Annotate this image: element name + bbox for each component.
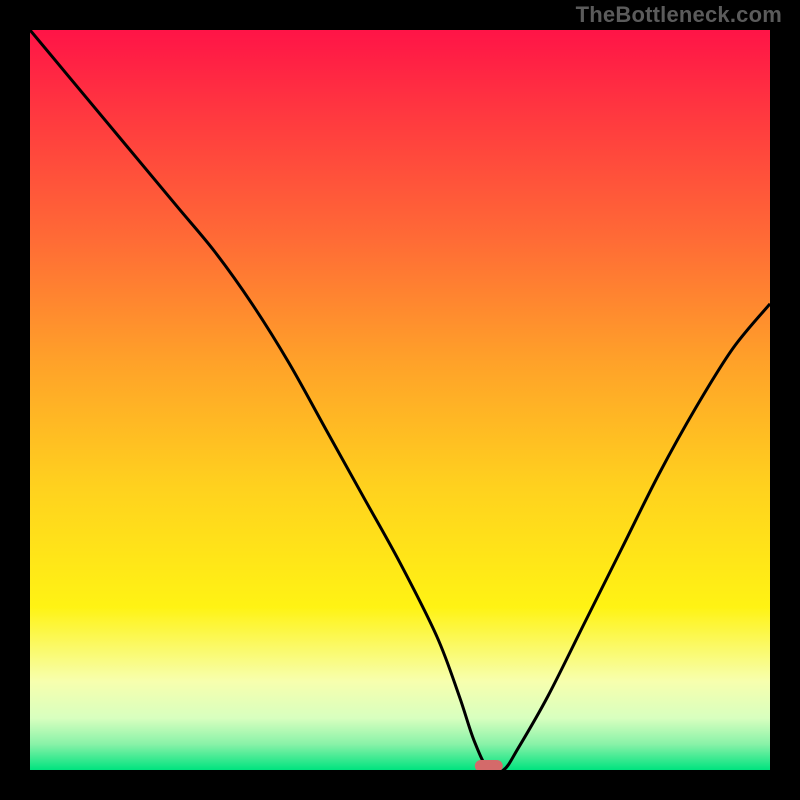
chart-background-gradient: [30, 30, 770, 770]
attribution-label: TheBottleneck.com: [576, 2, 782, 28]
bottleneck-chart: [30, 30, 770, 770]
chart-frame: TheBottleneck.com: [0, 0, 800, 800]
optimal-marker: [475, 760, 503, 770]
chart-svg: [30, 30, 770, 770]
